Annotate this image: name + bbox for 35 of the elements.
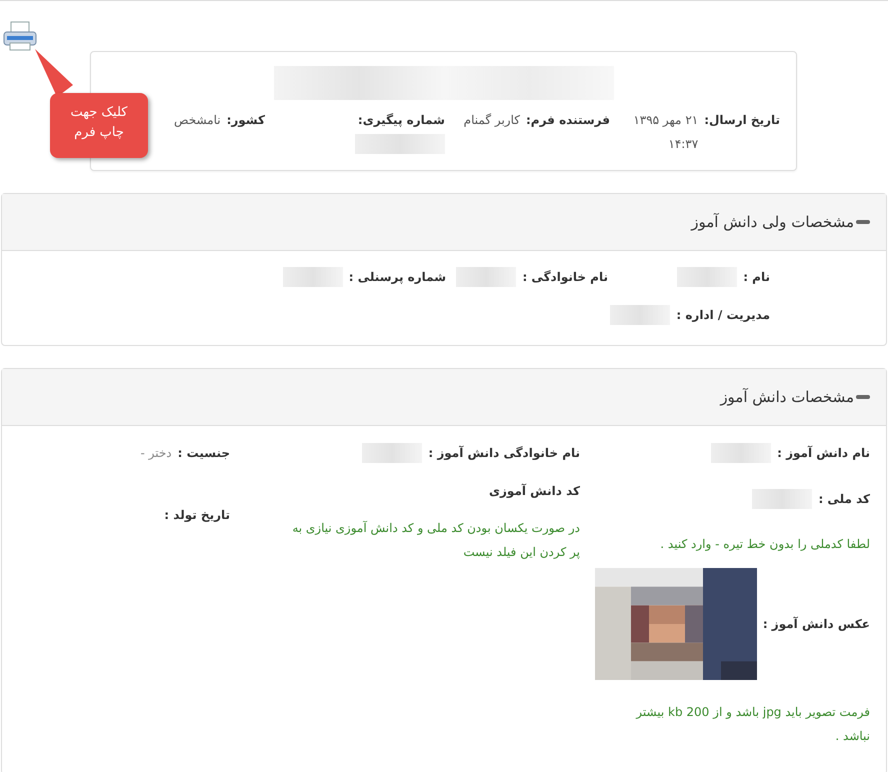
field-label: کشور: [226, 112, 265, 129]
field-label: نام خانوادگی دانش آموز : [428, 446, 580, 460]
field-label: شماره پیگیری: [358, 112, 445, 129]
redacted-value [362, 443, 422, 463]
panel-title: مشخصات ولی دانش آموز [691, 213, 854, 231]
field-value: کاربر گمنام [464, 112, 520, 129]
redacted-value [456, 267, 516, 287]
hint-text: لطفا کدملی را بدون خط تیره - وارد کنید . [659, 536, 870, 553]
field-label: تاریخ تولد : [164, 508, 230, 522]
field-label: جنسیت : [178, 446, 230, 460]
redacted-value [677, 267, 738, 287]
field-label: نام دانش آموز : [777, 446, 870, 460]
printer-icon[interactable] [3, 21, 37, 51]
hint-text: در صورت یکسان بودن کد ملی و کد دانش آموزی نیازی به پر کردن این فیلد نیست [291, 520, 580, 561]
field-label: فرستنده فرم: [526, 112, 610, 129]
hint-text: فرمت تصویر باید jpg باشد و از kb 200 بیشتر نباشد . [634, 704, 870, 745]
redacted-value [711, 443, 772, 463]
redacted-value [610, 305, 670, 325]
panel-title: مشخصات دانش آموز [720, 388, 854, 406]
field-value: دختر - [140, 446, 172, 460]
redacted-value [752, 489, 812, 509]
field-label: مدیریت / اداره : [676, 308, 770, 322]
field-label: تاریخ ارسال: [704, 112, 780, 129]
field-label: عکس دانش آموز : [762, 617, 870, 631]
field-label: شماره پرسنلی : [348, 270, 446, 284]
redacted-value [282, 267, 343, 287]
field-label: نام خانوادگی : [522, 270, 608, 284]
field-label: کد ملی : [818, 492, 870, 506]
field-value: ۲۱ مهر ۱۳۹۵ ۱۴:۳۷ [632, 112, 698, 153]
collapse-icon[interactable] [856, 220, 870, 224]
field-value: نامشخص [174, 112, 221, 129]
field-label: نام : [743, 270, 770, 284]
collapse-icon[interactable] [856, 395, 870, 399]
print-tooltip: کلیک جهت چاپ فرم [50, 93, 148, 158]
field-label: کد دانش آموزی [489, 484, 580, 498]
